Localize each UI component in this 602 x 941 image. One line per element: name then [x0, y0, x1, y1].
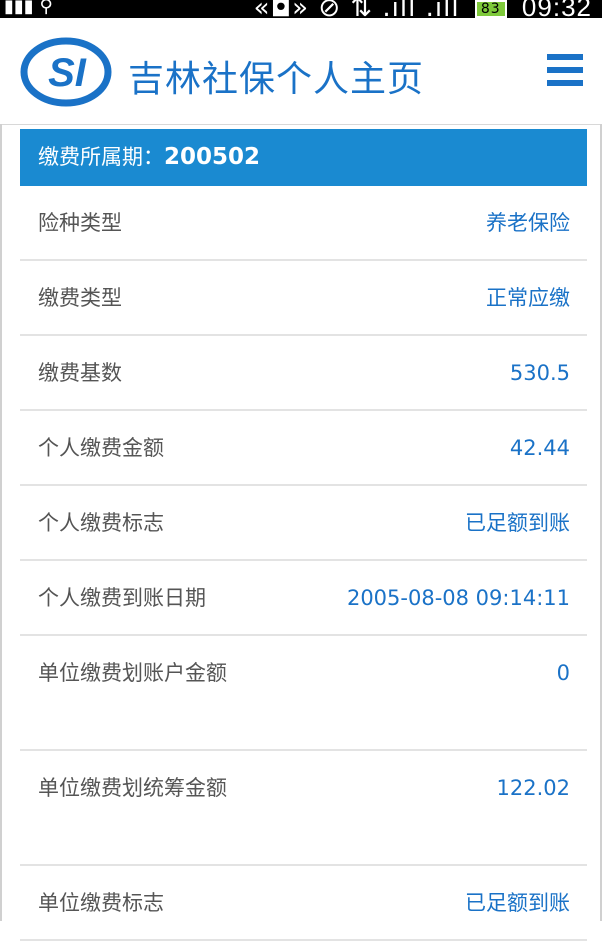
row-value: 已足额到账	[465, 511, 570, 535]
row-label: 单位缴费标志	[38, 891, 164, 915]
status-bar: ▮▮▮ ⚲ «◘» ⊘ ⇅ .ıll .ıll 83 09:32	[0, 0, 602, 18]
app-header: SI 吉林社保个人主页	[0, 18, 602, 125]
list-item-insurance-type: 险种类型 养老保险	[20, 186, 587, 261]
notification-icons: «◘» ⊘ ⇅ .ıll .ıll	[253, 0, 460, 18]
list-item-personal-amount: 个人缴费金额 42.44	[20, 411, 587, 486]
list-item-employer-flag: 单位缴费标志 已足额到账	[20, 866, 587, 941]
list-item-personal-date: 个人缴费到账日期 2005-08-08 09:14:11	[20, 561, 587, 636]
row-label: 单位缴费划统筹金额	[38, 776, 227, 800]
social-insurance-logo-icon: SI	[20, 37, 112, 107]
list-item-personal-flag: 个人缴费标志 已足额到账	[20, 486, 587, 561]
row-value: 已足额到账	[465, 891, 570, 915]
row-label: 险种类型	[38, 211, 122, 235]
status-time: 09:32	[521, 0, 592, 18]
row-value: 2005-08-08 09:14:11	[346, 586, 570, 610]
battery-icon: 83	[474, 0, 507, 18]
status-right-icons: «◘» ⊘ ⇅ .ıll .ıll 83 09:32	[254, 0, 592, 18]
period-value: 200502	[164, 144, 261, 170]
row-value: 正常应缴	[486, 286, 570, 310]
detail-list: 险种类型 养老保险 缴费类型 正常应缴 缴费基数 530.5 个人缴费金额 42…	[20, 186, 587, 941]
payment-period-header: 缴费所属期：200502	[20, 129, 587, 186]
row-label: 缴费基数	[38, 361, 122, 385]
row-label: 单位缴费划账户金额	[38, 661, 227, 685]
list-item-payment-base: 缴费基数 530.5	[20, 336, 587, 411]
row-label: 个人缴费标志	[38, 511, 164, 535]
list-item-employer-account-amount: 单位缴费划账户金额 0	[20, 636, 587, 751]
payment-detail-panel: 缴费所属期：200502 险种类型 养老保险 缴费类型 正常应缴 缴费基数 53…	[0, 124, 602, 941]
row-label: 个人缴费金额	[38, 436, 164, 460]
page-title: 吉林社保个人主页	[128, 59, 425, 100]
period-label: 缴费所属期：	[38, 145, 164, 169]
signal-icons: ▮▮▮ ⚲	[4, 0, 53, 17]
row-value: 530.5	[509, 361, 570, 385]
list-item-employer-pool-amount: 单位缴费划统筹金额 122.02	[20, 751, 587, 866]
list-item-payment-type: 缴费类型 正常应缴	[20, 261, 587, 336]
row-value: 养老保险	[486, 211, 570, 235]
row-label: 个人缴费到账日期	[38, 586, 206, 610]
logo-text: SI	[48, 51, 87, 95]
row-label: 缴费类型	[38, 286, 122, 310]
row-value: 0	[556, 661, 570, 685]
row-value: 42.44	[509, 436, 570, 460]
hamburger-menu-icon[interactable]	[547, 54, 583, 90]
row-value: 122.02	[496, 776, 570, 800]
